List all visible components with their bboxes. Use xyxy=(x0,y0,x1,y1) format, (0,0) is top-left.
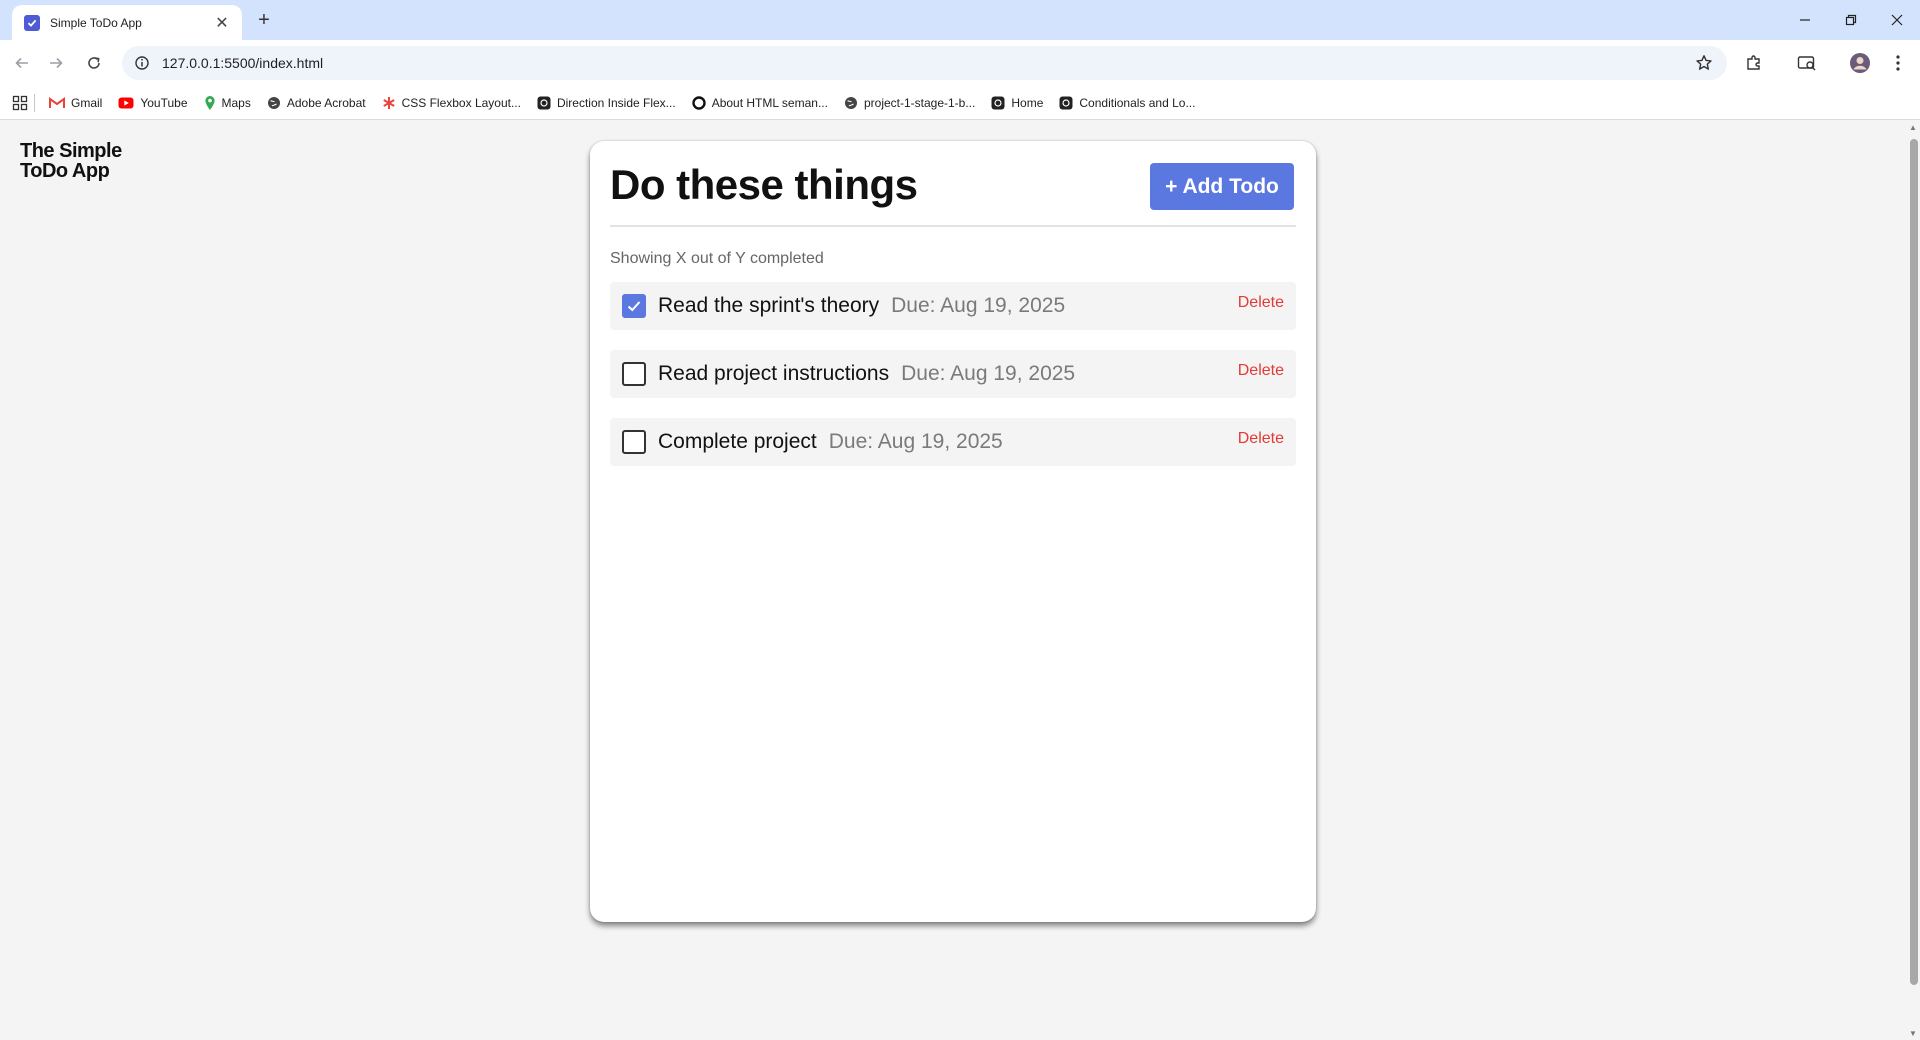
back-arrow-icon[interactable] xyxy=(10,51,34,75)
todo-text: Complete project xyxy=(658,430,817,453)
address-bar[interactable]: 127.0.0.1:5500/index.html xyxy=(122,46,1727,80)
bookmark-label: Home xyxy=(1011,95,1044,110)
todo-due-date: Due: Aug 19, 2025 xyxy=(828,430,1003,453)
forward-arrow-icon[interactable] xyxy=(44,51,68,75)
bookmark-item[interactable]: CSS Flexbox Layout... xyxy=(382,96,521,110)
delete-todo-link[interactable]: Delete xyxy=(1238,294,1284,312)
bookmark-item[interactable]: project-1-stage-1-b... xyxy=(844,96,975,110)
bookmark-label: Conditionals and Lo... xyxy=(1079,95,1196,110)
todo-checkbox[interactable] xyxy=(622,362,646,386)
bookmark-label: Gmail xyxy=(71,95,103,110)
scrollbar-thumb[interactable] xyxy=(1910,139,1918,985)
close-tab-icon[interactable]: ✕ xyxy=(212,13,232,33)
delete-todo-link[interactable]: Delete xyxy=(1238,430,1284,448)
todo-text: Read the sprint's theory xyxy=(658,294,880,317)
tab-search-icon[interactable] xyxy=(1795,51,1819,75)
browser-tab[interactable]: Simple ToDo App ✕ xyxy=(12,5,242,40)
gmail-icon xyxy=(49,96,65,109)
todo-text: Read project instructions xyxy=(658,362,890,385)
todo-item: Read the sprint's theory Due: Aug 19, 20… xyxy=(610,282,1296,330)
restore-icon[interactable] xyxy=(1828,0,1874,40)
youtube-icon xyxy=(118,97,134,109)
todo-item: Read project instructions Due: Aug 19, 2… xyxy=(610,350,1296,398)
bookmark-label: Direction Inside Flex... xyxy=(556,95,676,110)
reload-icon[interactable] xyxy=(82,51,106,75)
close-window-icon[interactable] xyxy=(1874,0,1920,40)
page-viewport: The Simple ToDo App Do these things + Ad… xyxy=(0,121,1906,1040)
profile-avatar[interactable] xyxy=(1848,51,1872,75)
scroll-down-arrow-icon[interactable]: ▼ xyxy=(1909,1029,1917,1038)
menu-kebab-icon[interactable] xyxy=(1886,51,1910,75)
bookmarks-divider xyxy=(34,93,35,112)
bookmark-item[interactable]: Maps xyxy=(204,95,251,111)
delete-todo-link[interactable]: Delete xyxy=(1238,362,1284,380)
maps-icon xyxy=(204,95,216,111)
card-header: Do these things + Add Todo xyxy=(610,141,1296,227)
add-todo-button[interactable]: + Add Todo xyxy=(1150,163,1294,210)
tab-strip: Simple ToDo App ✕ + xyxy=(0,0,1920,40)
todo-list: Read the sprint's theory Due: Aug 19, 20… xyxy=(610,282,1296,486)
page-scrollbar[interactable]: ▲ ▼ xyxy=(1906,121,1920,1040)
todo-item: Complete project Due: Aug 19, 2025 Delet… xyxy=(610,418,1296,466)
bookmark-star-icon[interactable] xyxy=(1695,54,1713,77)
site-icon xyxy=(1059,96,1073,110)
app-title: The Simple ToDo App xyxy=(20,141,122,181)
bookmark-label: Adobe Acrobat xyxy=(286,95,366,110)
globe-icon xyxy=(267,96,281,110)
bookmark-item[interactable]: Conditionals and Lo... xyxy=(1059,96,1195,110)
window-controls xyxy=(1782,0,1920,40)
bookmark-item[interactable]: About HTML seman... xyxy=(691,95,828,110)
todo-checkbox[interactable] xyxy=(622,430,646,454)
site-icon xyxy=(991,96,1005,110)
bookmark-item[interactable]: YouTube xyxy=(118,95,188,110)
bookmark-label: project-1-stage-1-b... xyxy=(863,95,976,110)
bookmark-item[interactable]: Home xyxy=(991,96,1043,110)
checkmark-icon xyxy=(627,301,641,312)
todo-card: Do these things + Add Todo Showing X out… xyxy=(590,141,1316,922)
bookmarks-bar: Gmail YouTube Maps Adobe Acrobat CSS Flexbox… xyxy=(0,86,1920,120)
url-text: 127.0.0.1:5500/index.html xyxy=(162,55,324,71)
bookmark-label: About HTML seman... xyxy=(711,95,828,110)
bookmark-item[interactable]: Adobe Acrobat xyxy=(267,96,366,110)
card-title: Do these things xyxy=(610,161,918,208)
bookmark-label: Maps xyxy=(221,95,251,110)
todo-checkbox[interactable] xyxy=(622,294,646,318)
app-title-line-2: ToDo App xyxy=(20,160,110,182)
bookmark-label: CSS Flexbox Layout... xyxy=(401,95,521,110)
todo-due-date: Due: Aug 19, 2025 xyxy=(901,362,1076,385)
asterisk-icon xyxy=(382,96,396,110)
scroll-up-arrow-icon[interactable]: ▲ xyxy=(1909,123,1917,132)
circle-icon xyxy=(691,95,706,110)
todo-due-date: Due: Aug 19, 2025 xyxy=(891,294,1066,317)
globe-icon xyxy=(844,96,858,110)
completion-summary: Showing X out of Y completed xyxy=(610,250,824,267)
bookmark-item[interactable]: Direction Inside Flex... xyxy=(537,96,676,110)
tab-title: Simple ToDo App xyxy=(50,15,142,30)
extensions-puzzle-icon[interactable] xyxy=(1742,51,1766,75)
checkbox-favicon-icon xyxy=(24,14,40,31)
new-tab-button[interactable]: + xyxy=(252,8,276,32)
minimize-icon[interactable] xyxy=(1782,0,1828,40)
site-info-icon[interactable] xyxy=(134,55,150,71)
apps-grid-icon[interactable] xyxy=(12,95,28,111)
browser-toolbar: 127.0.0.1:5500/index.html xyxy=(0,40,1920,86)
bookmark-label: YouTube xyxy=(140,95,188,110)
app-title-line-1: The Simple xyxy=(20,140,122,162)
bookmark-item[interactable]: Gmail xyxy=(49,96,102,110)
site-icon xyxy=(537,96,551,110)
